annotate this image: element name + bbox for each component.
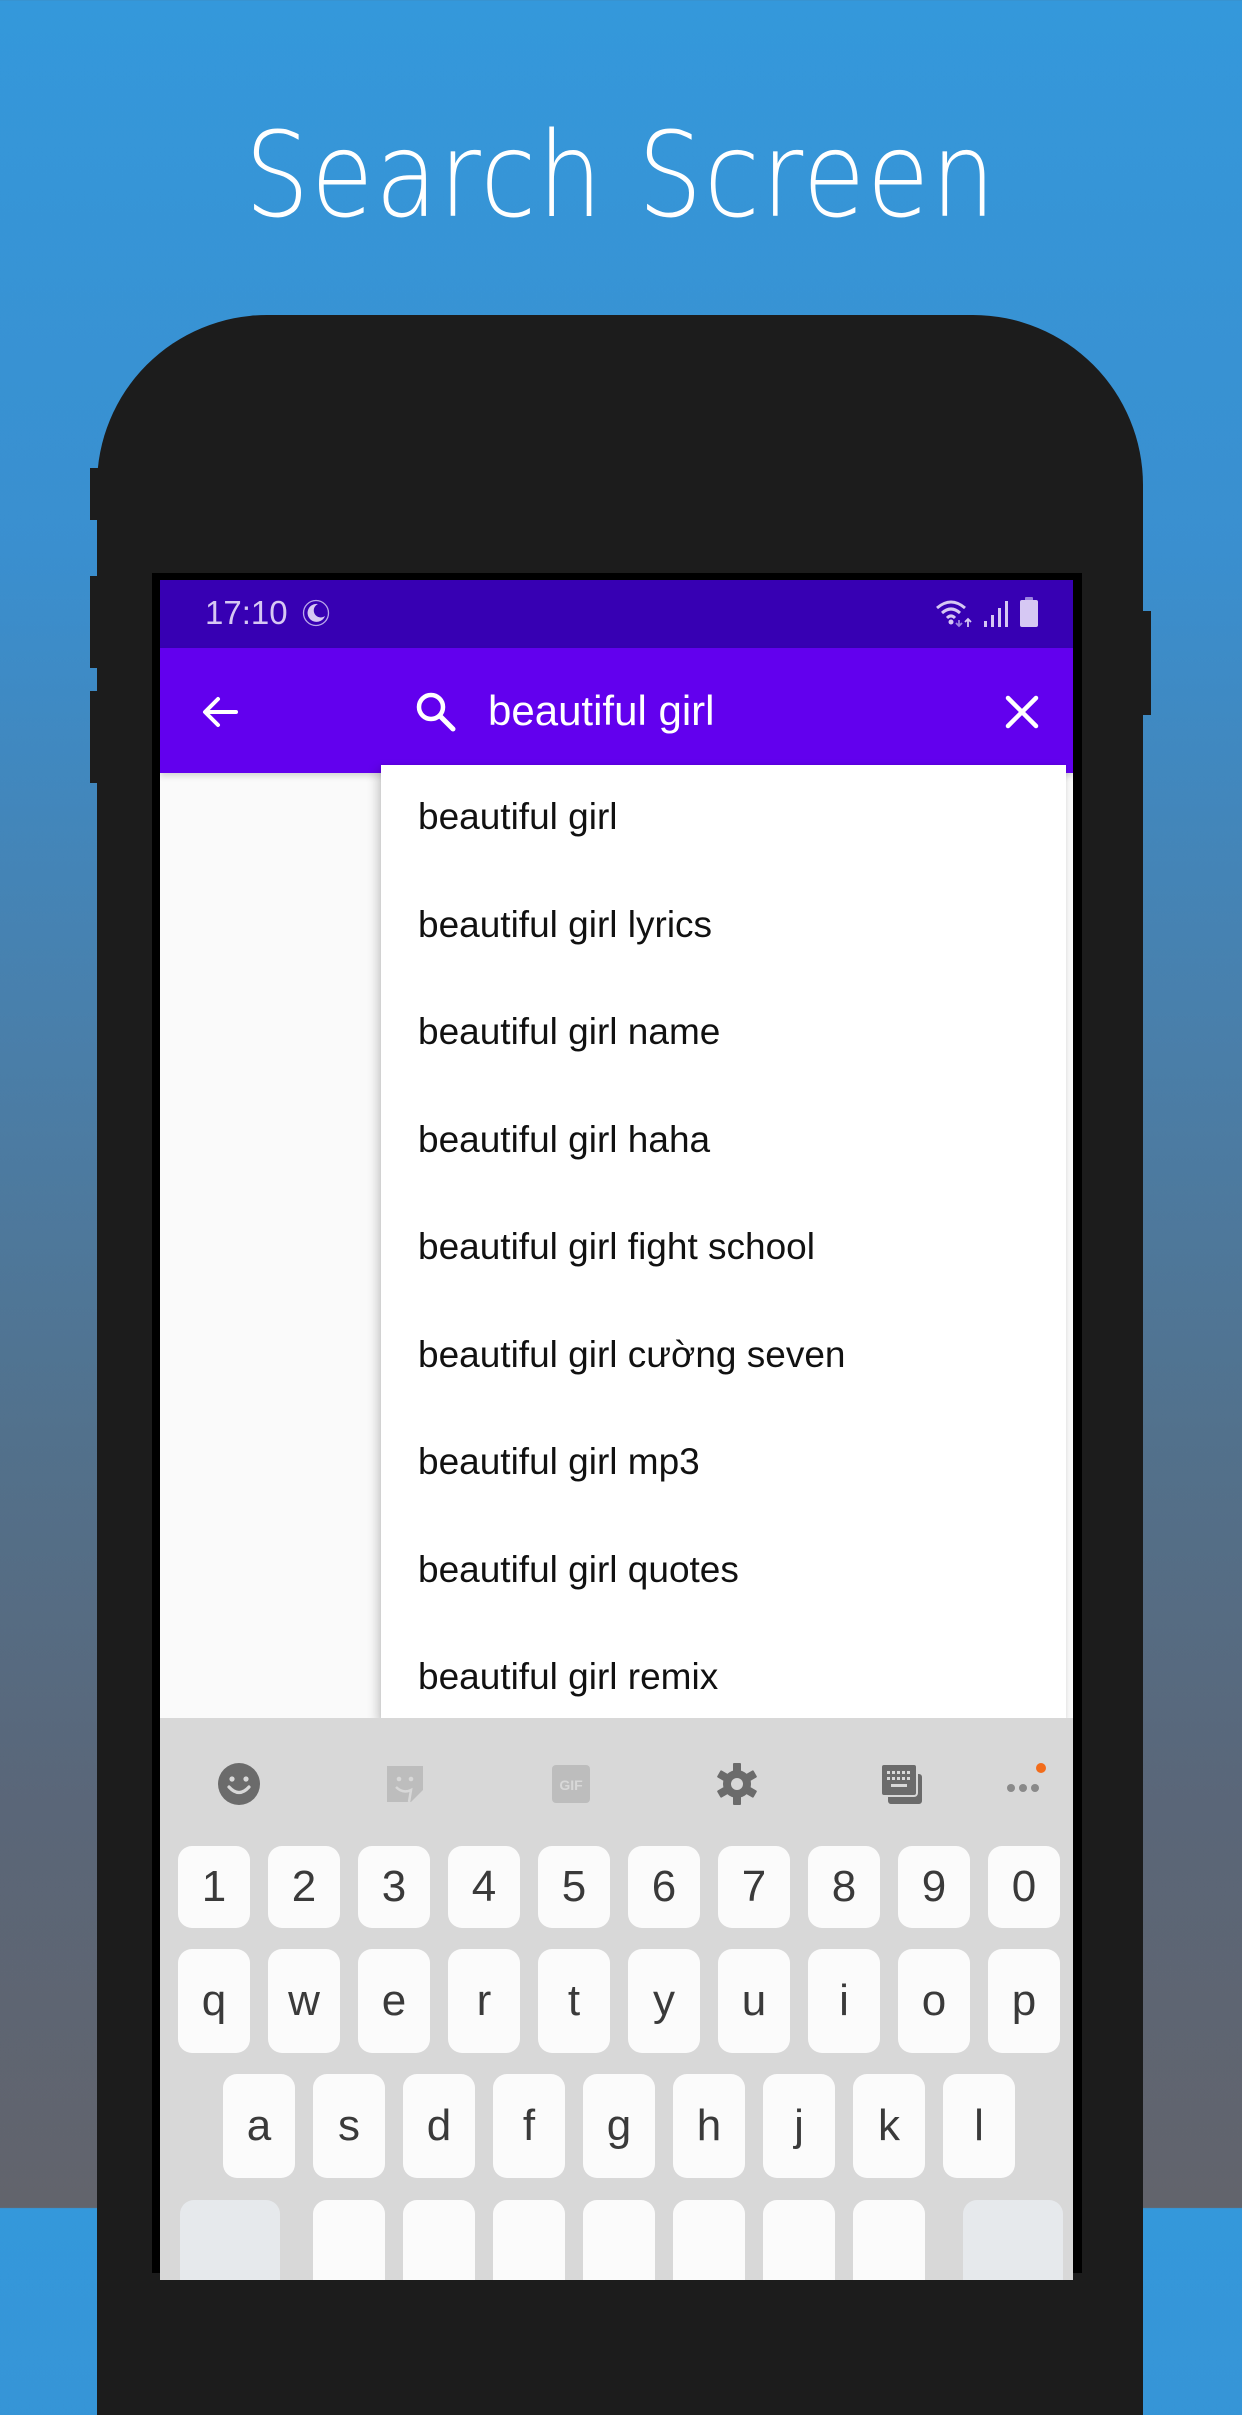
suggestion-item[interactable]: beautiful girl fight school bbox=[381, 1195, 1066, 1303]
key[interactable]: k bbox=[853, 2074, 925, 2178]
moon-icon bbox=[302, 599, 330, 627]
suggestion-item[interactable]: beautiful girl remix bbox=[381, 1625, 1066, 1720]
key[interactable]: t bbox=[538, 1949, 610, 2053]
search-suggestions-list: beautiful girl beautiful girl lyrics bea… bbox=[381, 765, 1066, 1720]
status-time: 17:10 bbox=[205, 594, 288, 631]
key[interactable]: 4 bbox=[448, 1846, 520, 1928]
suggestion-item[interactable]: beautiful girl cường seven bbox=[381, 1303, 1066, 1411]
key[interactable] bbox=[853, 2200, 925, 2280]
suggestion-item[interactable]: beautiful girl haha bbox=[381, 1088, 1066, 1196]
gif-label: GIF bbox=[559, 1777, 583, 1793]
sticker-icon bbox=[387, 1766, 423, 1803]
emoji-icon[interactable] bbox=[215, 1760, 263, 1808]
backspace-key[interactable] bbox=[963, 2200, 1063, 2280]
key[interactable]: a bbox=[223, 2074, 295, 2178]
key[interactable]: o bbox=[898, 1949, 970, 2053]
key[interactable] bbox=[673, 2200, 745, 2280]
search-app-bar bbox=[160, 648, 1073, 773]
key[interactable]: p bbox=[988, 1949, 1060, 2053]
key[interactable]: u bbox=[718, 1949, 790, 2053]
key[interactable]: r bbox=[448, 1949, 520, 2053]
key[interactable]: w bbox=[268, 1949, 340, 2053]
signal-icon bbox=[984, 601, 1008, 627]
notification-badge bbox=[1036, 1763, 1046, 1773]
keyboard-switch-icon[interactable] bbox=[878, 1760, 926, 1808]
key[interactable]: 9 bbox=[898, 1846, 970, 1928]
shift-key[interactable] bbox=[180, 2200, 280, 2280]
clear-search-button[interactable] bbox=[1000, 690, 1044, 734]
key[interactable]: d bbox=[403, 2074, 475, 2178]
back-button[interactable] bbox=[198, 690, 242, 734]
key[interactable]: l bbox=[943, 2074, 1015, 2178]
key[interactable]: 1 bbox=[178, 1846, 250, 1928]
phone-side-button bbox=[1142, 611, 1151, 715]
key[interactable]: y bbox=[628, 1949, 700, 2053]
key[interactable] bbox=[313, 2200, 385, 2280]
phone-side-button bbox=[90, 576, 98, 668]
key[interactable] bbox=[403, 2200, 475, 2280]
gif-icon: GIF bbox=[552, 1765, 590, 1803]
suggestion-item[interactable]: beautiful girl name bbox=[381, 980, 1066, 1088]
soft-keyboard: GIF 1 2 3 4 5 6 7 8 9 0 q w e r t y u i … bbox=[160, 1718, 1073, 2280]
wifi-icon bbox=[936, 600, 972, 628]
key[interactable]: 6 bbox=[628, 1846, 700, 1928]
suggestion-item[interactable]: beautiful girl bbox=[381, 765, 1066, 873]
phone-screen: 17:10 beautiful girl beautiful girl beau… bbox=[160, 580, 1073, 2280]
key[interactable]: 3 bbox=[358, 1846, 430, 1928]
key[interactable]: j bbox=[763, 2074, 835, 2178]
key[interactable]: f bbox=[493, 2074, 565, 2178]
phone-side-button bbox=[90, 691, 98, 783]
key[interactable]: 0 bbox=[988, 1846, 1060, 1928]
gear-icon[interactable] bbox=[713, 1760, 761, 1808]
suggestion-item[interactable]: beautiful girl quotes bbox=[381, 1518, 1066, 1626]
key[interactable]: 8 bbox=[808, 1846, 880, 1928]
key[interactable] bbox=[763, 2200, 835, 2280]
key[interactable]: q bbox=[178, 1949, 250, 2053]
key[interactable] bbox=[583, 2200, 655, 2280]
key[interactable]: i bbox=[808, 1949, 880, 2053]
search-input[interactable] bbox=[488, 678, 1028, 744]
key[interactable]: h bbox=[673, 2074, 745, 2178]
status-icons bbox=[935, 596, 1039, 628]
search-icon bbox=[416, 692, 456, 732]
more-icon[interactable] bbox=[999, 1760, 1047, 1808]
key[interactable]: 7 bbox=[718, 1846, 790, 1928]
keyboard-toolbar: GIF bbox=[160, 1718, 1073, 1838]
key[interactable] bbox=[493, 2200, 565, 2280]
phone-side-button bbox=[90, 468, 98, 520]
suggestion-item[interactable]: beautiful girl lyrics bbox=[381, 873, 1066, 981]
battery-icon bbox=[1020, 597, 1038, 627]
key[interactable]: s bbox=[313, 2074, 385, 2178]
key[interactable]: g bbox=[583, 2074, 655, 2178]
key[interactable]: 2 bbox=[268, 1846, 340, 1928]
promo-title: Search Screen bbox=[244, 106, 998, 244]
suggestion-item[interactable]: beautiful girl mp3 bbox=[381, 1410, 1066, 1518]
key[interactable]: e bbox=[358, 1949, 430, 2053]
status-bar: 17:10 bbox=[160, 580, 1073, 648]
key[interactable]: 5 bbox=[538, 1846, 610, 1928]
